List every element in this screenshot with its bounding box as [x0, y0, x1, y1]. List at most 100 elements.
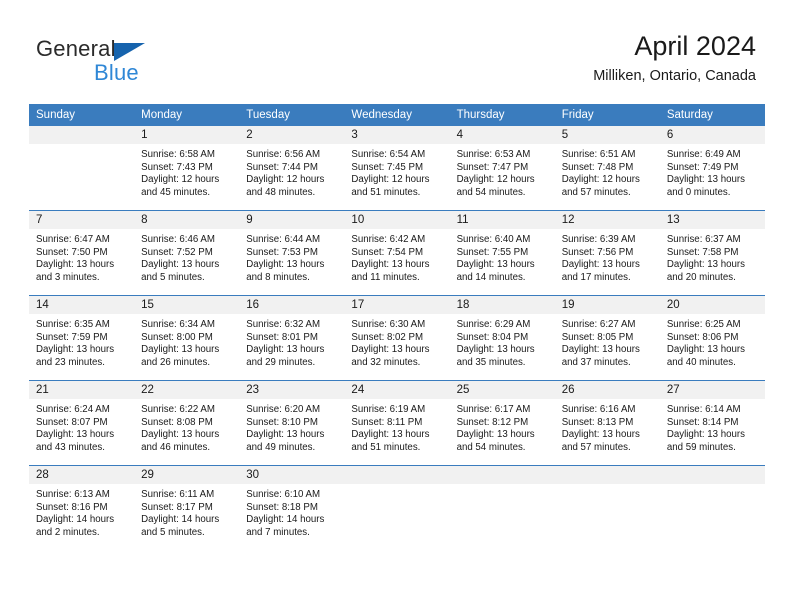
day-sun-info: Sunrise: 6:24 AM Sunset: 8:07 PM Daylight:… [29, 399, 134, 454]
daylight-duration-line1: Daylight: 13 hours [351, 344, 430, 356]
day-number: 26 [554, 381, 660, 399]
calendar-day-cell[interactable]: 7 Sunrise: 6:47 AM Sunset: 7:50 PM Daylight… [29, 210, 135, 296]
day-sun-info: Sunrise: 6:30 AM Sunset: 8:02 PM Daylight:… [344, 314, 449, 369]
daylight-duration-line1: Daylight: 13 hours [561, 429, 640, 441]
calendar-day-cell[interactable]: 26 Sunrise: 6:16 AM Sunset: 8:13 PM Dayligh… [554, 380, 660, 466]
calendar-week-row: 21 Sunrise: 6:24 AM Sunset: 8:07 PM Dayligh… [29, 380, 765, 466]
sunset-time: Sunset: 7:47 PM [456, 161, 529, 173]
daylight-duration-line2: and 49 minutes. [246, 441, 316, 453]
calendar-day-cell[interactable]: 8 Sunrise: 6:46 AM Sunset: 7:52 PM Daylight… [134, 210, 240, 296]
calendar-day-cell[interactable]: 6 Sunrise: 6:49 AM Sunset: 7:49 PM Daylight… [659, 126, 765, 211]
daylight-duration-line1: Daylight: 12 hours [141, 174, 220, 186]
page-header: General Blue April 2024 Milliken, Ontari… [0, 0, 792, 98]
sunset-time: Sunset: 7:53 PM [246, 246, 318, 258]
general-blue-logo[interactable]: General Blue [36, 36, 216, 85]
calendar-day-cell[interactable]: 17 Sunrise: 6:30 AM Sunset: 8:02 PM Dayligh… [344, 295, 450, 381]
daylight-duration-line2: and 54 minutes. [456, 441, 526, 453]
day-sun-info: Sunrise: 6:22 AM Sunset: 8:08 PM Daylight:… [134, 399, 239, 454]
calendar-day-cell[interactable]: 11 Sunrise: 6:40 AM Sunset: 7:55 PM Dayligh… [449, 210, 555, 296]
daylight-duration-line1: Daylight: 13 hours [141, 429, 220, 441]
daylight-duration-line2: and 7 minutes. [246, 526, 310, 538]
calendar-day-cell[interactable]: 10 Sunrise: 6:42 AM Sunset: 7:54 PM Dayligh… [344, 210, 450, 296]
logo-triangle-icon [114, 43, 145, 61]
calendar-day-cell[interactable]: 24 Sunrise: 6:19 AM Sunset: 8:11 PM Dayligh… [344, 380, 450, 466]
calendar-week-row: 14 Sunrise: 6:35 AM Sunset: 7:59 PM Dayligh… [29, 295, 765, 381]
sunset-time: Sunset: 8:18 PM [246, 501, 318, 513]
calendar-day-cell[interactable]: 30 Sunrise: 6:10 AM Sunset: 8:18 PM Dayligh… [239, 465, 345, 550]
daylight-duration-line1: Daylight: 13 hours [246, 344, 325, 356]
sunrise-time: Sunrise: 6:40 AM [456, 234, 531, 245]
day-sun-info: Sunrise: 6:58 AM Sunset: 7:43 PM Daylight:… [134, 144, 239, 199]
daylight-duration-line1: Daylight: 13 hours [246, 429, 325, 441]
calendar-day-cell[interactable]: 18 Sunrise: 6:29 AM Sunset: 8:04 PM Dayligh… [449, 295, 555, 381]
daylight-duration-line2: and 2 minutes. [36, 526, 100, 538]
daylight-duration-line1: Daylight: 13 hours [36, 429, 115, 441]
calendar-empty-cell [344, 465, 450, 550]
calendar-day-cell[interactable]: 22 Sunrise: 6:22 AM Sunset: 8:08 PM Dayligh… [134, 380, 240, 466]
daylight-duration-line1: Daylight: 13 hours [456, 259, 535, 271]
calendar-day-cell[interactable]: 13 Sunrise: 6:37 AM Sunset: 7:58 PM Dayligh… [659, 210, 765, 296]
sunrise-time: Sunrise: 6:39 AM [561, 234, 636, 245]
sunset-time: Sunset: 8:11 PM [351, 416, 423, 428]
daylight-duration-line1: Daylight: 13 hours [561, 259, 640, 271]
day-cell-inner: 2 Sunrise: 6:56 AM Sunset: 7:44 PM Daylight… [239, 126, 345, 210]
daylight-duration-line1: Daylight: 13 hours [141, 259, 220, 271]
daylight-duration-line2: and 8 minutes. [246, 271, 310, 283]
calendar-day-cell[interactable]: 27 Sunrise: 6:14 AM Sunset: 8:14 PM Dayligh… [659, 380, 765, 466]
sunset-time: Sunset: 8:06 PM [666, 331, 739, 343]
sunrise-time: Sunrise: 6:37 AM [666, 234, 741, 245]
sunrise-time: Sunrise: 6:11 AM [141, 489, 215, 500]
calendar-day-cell[interactable]: 1 Sunrise: 6:58 AM Sunset: 7:43 PM Daylight… [134, 126, 240, 211]
day-sun-info: Sunrise: 6:20 AM Sunset: 8:10 PM Daylight:… [239, 399, 344, 454]
calendar-day-cell[interactable]: 16 Sunrise: 6:32 AM Sunset: 8:01 PM Dayligh… [239, 295, 345, 381]
calendar-day-cell[interactable]: 14 Sunrise: 6:35 AM Sunset: 7:59 PM Dayligh… [29, 295, 135, 381]
day-number: 15 [134, 296, 240, 314]
calendar-day-cell[interactable]: 19 Sunrise: 6:27 AM Sunset: 8:05 PM Dayligh… [554, 295, 660, 381]
calendar-day-cell[interactable]: 4 Sunrise: 6:53 AM Sunset: 7:47 PM Daylight… [449, 126, 555, 211]
day-cell-inner: 13 Sunrise: 6:37 AM Sunset: 7:58 PM Dayligh… [659, 211, 765, 295]
weekday-header-thursday: Thursday [449, 104, 555, 126]
weekday-header-sunday: Sunday [29, 104, 135, 126]
page-subtitle: Milliken, Ontario, Canada [593, 68, 756, 84]
daylight-duration-line1: Daylight: 13 hours [456, 429, 535, 441]
daylight-duration-line1: Daylight: 13 hours [36, 344, 115, 356]
day-number: 20 [659, 296, 765, 314]
day-number: 8 [134, 211, 240, 229]
calendar-day-cell[interactable]: 28 Sunrise: 6:13 AM Sunset: 8:16 PM Dayligh… [29, 465, 135, 550]
calendar-day-cell[interactable]: 3 Sunrise: 6:54 AM Sunset: 7:45 PM Daylight… [344, 126, 450, 211]
day-number: 18 [449, 296, 555, 314]
sunset-time: Sunset: 7:58 PM [666, 246, 739, 258]
sunset-time: Sunset: 7:43 PM [141, 161, 213, 173]
day-cell-inner: 19 Sunrise: 6:27 AM Sunset: 8:05 PM Dayligh… [554, 296, 660, 380]
calendar-day-cell[interactable]: 9 Sunrise: 6:44 AM Sunset: 7:53 PM Daylight… [239, 210, 345, 296]
calendar-day-cell[interactable]: 25 Sunrise: 6:17 AM Sunset: 8:12 PM Dayligh… [449, 380, 555, 466]
daylight-duration-line2: and 23 minutes. [36, 356, 105, 368]
sunset-time: Sunset: 8:13 PM [561, 416, 634, 428]
calendar-day-cell[interactable]: 5 Sunrise: 6:51 AM Sunset: 7:48 PM Daylight… [554, 126, 660, 211]
day-sun-info: Sunrise: 6:35 AM Sunset: 7:59 PM Daylight:… [29, 314, 134, 369]
calendar-day-cell[interactable]: 15 Sunrise: 6:34 AM Sunset: 8:00 PM Dayligh… [134, 295, 240, 381]
calendar-body: 1 Sunrise: 6:58 AM Sunset: 7:43 PM Daylight… [29, 126, 765, 550]
sunset-time: Sunset: 7:45 PM [351, 161, 424, 173]
day-cell-inner: 15 Sunrise: 6:34 AM Sunset: 8:00 PM Dayligh… [134, 296, 240, 380]
day-cell-inner: 17 Sunrise: 6:30 AM Sunset: 8:02 PM Dayligh… [344, 296, 450, 380]
sunrise-time: Sunrise: 6:51 AM [561, 149, 636, 160]
daylight-duration-line1: Daylight: 14 hours [246, 514, 325, 526]
daylight-duration-line1: Daylight: 13 hours [561, 344, 640, 356]
calendar-day-cell[interactable]: 2 Sunrise: 6:56 AM Sunset: 7:44 PM Daylight… [239, 126, 345, 211]
calendar-page: General Blue April 2024 Milliken, Ontari… [0, 0, 792, 612]
day-number: 25 [449, 381, 555, 399]
day-cell-inner: 28 Sunrise: 6:13 AM Sunset: 8:16 PM Dayligh… [29, 466, 135, 550]
daylight-duration-line2: and 11 minutes. [351, 271, 420, 283]
calendar-day-cell[interactable]: 12 Sunrise: 6:39 AM Sunset: 7:56 PM Dayligh… [554, 210, 660, 296]
daylight-duration-line1: Daylight: 13 hours [666, 344, 745, 356]
sunset-time: Sunset: 8:14 PM [666, 416, 739, 428]
daylight-duration-line2: and 32 minutes. [351, 356, 421, 368]
calendar-day-cell[interactable]: 20 Sunrise: 6:25 AM Sunset: 8:06 PM Dayligh… [659, 295, 765, 381]
daylight-duration-line2: and 26 minutes. [141, 356, 211, 368]
calendar-day-cell[interactable]: 29 Sunrise: 6:11 AM Sunset: 8:17 PM Dayligh… [134, 465, 240, 550]
day-number: 29 [134, 466, 240, 484]
daylight-duration-line2: and 51 minutes. [351, 186, 421, 198]
calendar-day-cell[interactable]: 21 Sunrise: 6:24 AM Sunset: 8:07 PM Dayligh… [29, 380, 135, 466]
calendar-day-cell[interactable]: 23 Sunrise: 6:20 AM Sunset: 8:10 PM Dayligh… [239, 380, 345, 466]
